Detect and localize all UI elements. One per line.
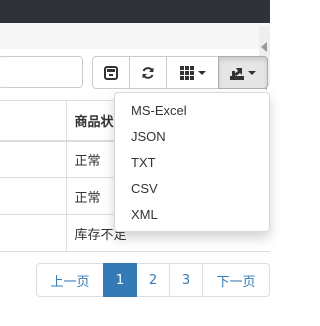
- page-button-3[interactable]: 3: [169, 263, 203, 297]
- toggle-view-button[interactable]: [92, 56, 130, 89]
- chevron-down-icon: [197, 70, 206, 75]
- export-option-txt[interactable]: TXT: [115, 150, 269, 176]
- export-option-xml[interactable]: XML: [115, 202, 269, 228]
- next-page-button[interactable]: 下一页: [202, 263, 270, 297]
- prev-page-button[interactable]: 上一页: [36, 263, 104, 297]
- refresh-icon: [142, 66, 154, 79]
- columns-button[interactable]: [166, 56, 219, 89]
- column-header[interactable]: [0, 100, 67, 142]
- table-cell: [0, 140, 67, 178]
- export-option-csv[interactable]: CSV: [115, 176, 269, 202]
- export-button[interactable]: [218, 56, 268, 89]
- table-cell: [0, 214, 67, 252]
- collapse-left-icon: [261, 42, 267, 52]
- pagination: 上一页 1 2 3 下一页: [36, 263, 270, 297]
- export-icon: [230, 67, 244, 80]
- top-nav-bar: [0, 0, 270, 23]
- export-option-json[interactable]: JSON: [115, 124, 269, 150]
- columns-grid-icon: [179, 65, 194, 80]
- toggle-view-icon: [104, 65, 118, 80]
- export-dropdown-menu: MS-Excel JSON TXT CSV XML: [114, 92, 270, 232]
- tab-strip: [0, 23, 270, 49]
- export-option-excel[interactable]: MS-Excel: [115, 98, 269, 124]
- chevron-down-icon: [248, 70, 256, 75]
- refresh-button[interactable]: [129, 56, 167, 89]
- page-button-1[interactable]: 1: [103, 263, 137, 297]
- search-input[interactable]: [0, 56, 83, 88]
- page-button-2[interactable]: 2: [136, 263, 170, 297]
- table-cell: [0, 177, 67, 215]
